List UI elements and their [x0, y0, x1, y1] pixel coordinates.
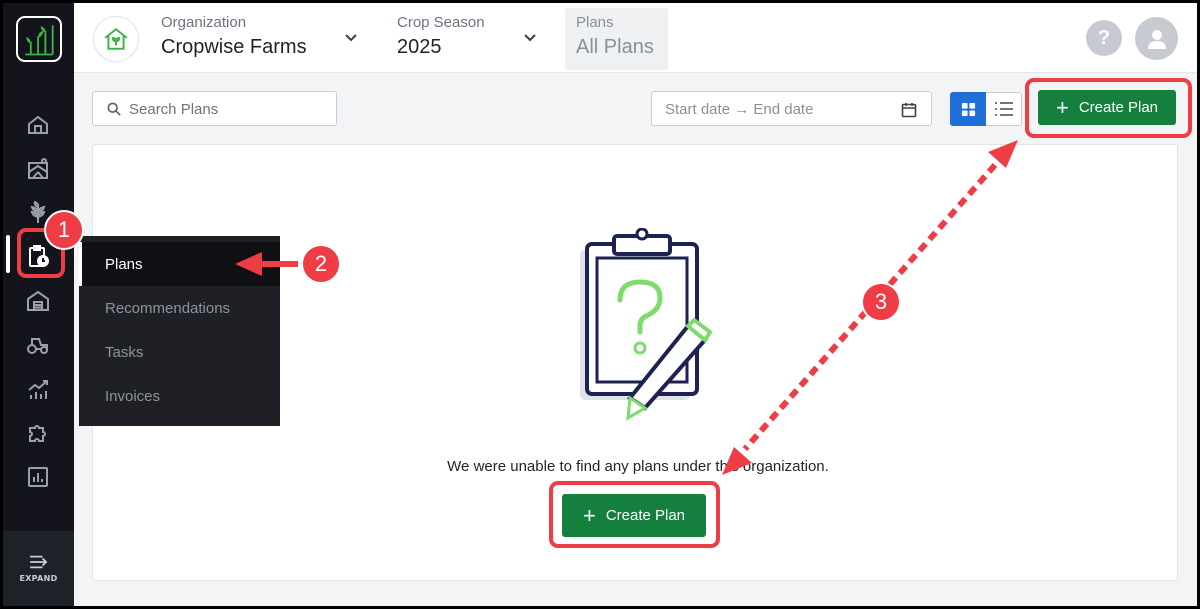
home-icon[interactable] — [25, 112, 51, 138]
plans-value: All Plans — [576, 36, 654, 58]
flyout-item-tasks[interactable]: Tasks — [79, 330, 280, 374]
step-badge-2: 2 — [301, 244, 341, 284]
integrations-puzzle-icon[interactable] — [25, 420, 51, 446]
calendar-icon[interactable] — [901, 102, 917, 118]
plans-label: Plans — [576, 14, 614, 31]
analytics-icon[interactable] — [25, 376, 51, 402]
crop-season-value: 2025 — [397, 36, 442, 58]
flyout-item-label: Plans — [105, 255, 143, 273]
search-box[interactable] — [92, 91, 337, 126]
expand-arrow-icon — [29, 555, 47, 569]
sidebar: EXPAND — [3, 3, 74, 606]
organization-value: Cropwise Farms — [161, 36, 307, 58]
reports-icon[interactable] — [25, 464, 51, 490]
app-logo[interactable] — [16, 16, 62, 62]
date-range-placeholder: Start date → End date — [665, 101, 814, 118]
user-avatar-button[interactable] — [1135, 17, 1178, 60]
fields-icon[interactable] — [25, 156, 51, 182]
plant-logo-icon — [25, 25, 54, 56]
organization-selector[interactable]: Organization Cropwise Farms — [161, 14, 307, 59]
highlight-create-plan-top — [1025, 78, 1192, 138]
empty-state-message: We were unable to find any plans under t… — [447, 458, 829, 475]
farm-house-icon — [104, 28, 128, 50]
flyout-item-recommendations[interactable]: Recommendations — [79, 286, 280, 330]
search-input[interactable] — [129, 98, 329, 120]
user-icon — [1147, 29, 1166, 49]
list-view-button[interactable] — [986, 92, 1022, 126]
highlight-create-plan-center — [549, 481, 720, 548]
crop-season-selector[interactable]: Crop Season 2025 — [397, 14, 485, 59]
step-badge-3: 3 — [861, 282, 901, 322]
expand-label: EXPAND — [19, 574, 58, 583]
grid-icon — [961, 102, 975, 116]
plans-selector[interactable]: Plans All Plans — [565, 8, 668, 70]
top-header: Organization Cropwise Farms Crop Season … — [74, 3, 1197, 73]
tractor-icon[interactable] — [25, 332, 51, 358]
flyout-item-label: Invoices — [105, 387, 161, 405]
date-range-picker[interactable]: Start date → End date — [651, 91, 932, 126]
crop-season-label: Crop Season — [397, 14, 485, 31]
expand-sidebar-button[interactable]: EXPAND — [3, 531, 74, 606]
organization-label: Organization — [161, 14, 247, 31]
organization-avatar[interactable] — [93, 16, 139, 62]
list-icon — [994, 102, 1013, 116]
step-badge-1: 1 — [44, 210, 84, 250]
chevron-down-icon[interactable] — [343, 29, 359, 45]
active-nav-indicator — [6, 235, 10, 273]
empty-clipboard-illustration — [580, 228, 713, 421]
chevron-down-icon[interactable] — [522, 29, 538, 45]
warehouse-icon[interactable] — [25, 288, 51, 314]
help-icon: ? — [1097, 26, 1111, 49]
flyout-item-label: Tasks — [105, 343, 144, 361]
plans-flyout-menu: Plans Recommendations Tasks Invoices — [79, 236, 280, 426]
search-icon — [107, 102, 121, 116]
grid-view-button[interactable] — [950, 92, 986, 126]
flyout-item-plans[interactable]: Plans — [79, 242, 280, 286]
help-button[interactable]: ? — [1086, 20, 1122, 56]
flyout-item-label: Recommendations — [105, 299, 231, 317]
flyout-item-invoices[interactable]: Invoices — [79, 374, 280, 418]
